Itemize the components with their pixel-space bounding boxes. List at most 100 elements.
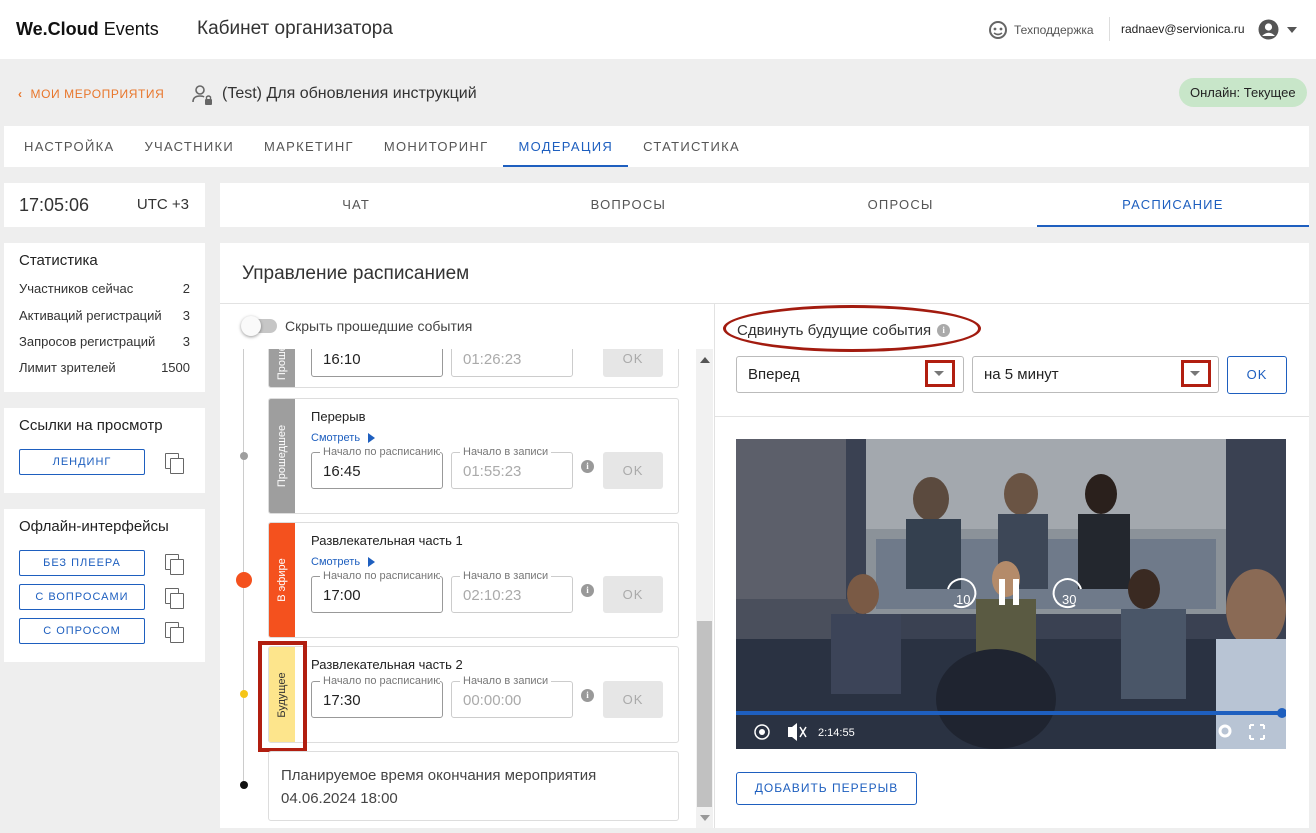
with-poll-button[interactable]: С ОПРОСОМ [19, 618, 145, 644]
with-questions-button[interactable]: С ВОПРОСАМИ [19, 584, 145, 610]
end-time-value: 04.06.2024 18:00 [281, 790, 398, 807]
tab-participants[interactable]: УЧАСТНИКИ [129, 126, 249, 167]
end-time-box: Планируемое время окончания мероприятия … [268, 751, 679, 821]
ok-button[interactable]: OK [603, 452, 663, 489]
tab-statistics[interactable]: СТАТИСТИКА [628, 126, 755, 167]
start-value: 17:00 [323, 587, 361, 604]
tab-marketing[interactable]: МАРКЕТИНГ [249, 126, 369, 167]
main-tabs: НАСТРОЙКА УЧАСТНИКИ МАРКЕТИНГ МОНИТОРИНГ… [4, 126, 1309, 167]
watch-link[interactable]: Смотреть [311, 556, 376, 568]
play-icon [368, 557, 376, 567]
scroll-up-icon[interactable] [700, 357, 710, 363]
schedule-event: Будущее Развлекательная часть 2 Начало п… [268, 646, 679, 743]
header-divider [1109, 17, 1110, 41]
video-player[interactable]: 10 30 2:14:55 [736, 439, 1286, 749]
no-player-button[interactable]: БЕЗ ПЛЕЕРА [19, 550, 145, 576]
stats-row: Запросов регистраций 3 [19, 334, 190, 349]
event-status: Прошедшее [276, 424, 288, 488]
record-value: 02:10:23 [463, 587, 522, 604]
cabinet-title: Кабинет организатора [197, 18, 393, 39]
end-time-label: Планируемое время окончания мероприятия [281, 767, 597, 784]
stats-row: Лимит зрителей 1500 [19, 360, 190, 375]
field-label: Начало по расписанию [320, 675, 440, 687]
ok-button[interactable]: OK [603, 681, 663, 718]
divider [714, 304, 715, 828]
user-avatar-icon [1258, 19, 1279, 40]
timeline-dot [240, 452, 248, 460]
logo[interactable]: We.Cloud Events [16, 19, 159, 40]
stats-value: 3 [182, 334, 190, 349]
user-menu[interactable] [1258, 19, 1297, 40]
shift-ok-button[interactable]: OK [1227, 356, 1287, 394]
logo-brand: We.Cloud [16, 19, 99, 39]
stats-label: Запросов регистраций [19, 334, 156, 349]
tab-polls[interactable]: ОПРОСЫ [765, 183, 1037, 227]
copy-icon[interactable] [165, 554, 184, 575]
ok-button[interactable]: OK [603, 576, 663, 613]
tab-chat[interactable]: ЧАТ [220, 183, 492, 227]
highlight-ellipse [723, 305, 981, 352]
info-icon[interactable]: i [581, 689, 594, 702]
support-link[interactable]: Техподдержка [988, 20, 1094, 40]
record-start-field: Начало в записи 01:55:23 [451, 446, 573, 489]
scroll-down-icon[interactable] [700, 815, 710, 821]
tab-monitoring[interactable]: МОНИТОРИНГ [369, 126, 504, 167]
schedule-start-field[interactable]: Начало по расписанию 17:30 [311, 675, 443, 718]
event-status-strip: Прошедшее [269, 349, 295, 387]
record-value: 01:26:23 [463, 351, 522, 368]
start-value: 17:30 [323, 692, 361, 709]
start-value: 16:10 [323, 351, 361, 368]
dropdown-arrow-icon[interactable] [1181, 360, 1211, 387]
clock-zone: UTC +3 [136, 196, 189, 213]
direction-value: Вперед [748, 366, 800, 383]
tab-settings[interactable]: НАСТРОЙКА [9, 126, 129, 167]
copy-icon[interactable] [165, 622, 184, 643]
dropdown-arrow-icon[interactable] [925, 360, 955, 387]
player-time: 2:14:55 [818, 727, 855, 739]
stats-value: 1500 [161, 360, 190, 375]
amount-value: на 5 минут [984, 366, 1059, 383]
pause-icon[interactable] [999, 579, 1005, 605]
moderation-subtabs: ЧАТ ВОПРОСЫ ОПРОСЫ РАСПИСАНИЕ [220, 183, 1310, 227]
logo-product: Events [103, 19, 159, 39]
event-name: Развлекательная часть 1 [311, 533, 463, 548]
hide-past-toggle[interactable] [241, 316, 277, 336]
schedule-event: Прошедшее 16:10 01:26:23 OK [268, 349, 679, 388]
schedule-start-field[interactable]: Начало по расписанию 16:45 [311, 446, 443, 489]
watch-label: Смотреть [311, 556, 361, 568]
clock-time: 17:05:06 [19, 195, 90, 215]
view-links-card: Ссылки на просмотр ЛЕНДИНГ [4, 408, 205, 493]
event-name: Развлекательная часть 2 [311, 657, 463, 672]
copy-icon[interactable] [165, 588, 184, 609]
tab-schedule[interactable]: РАСПИСАНИЕ [1036, 183, 1310, 227]
copy-icon[interactable] [165, 453, 184, 474]
watch-link[interactable]: Смотреть [311, 432, 376, 444]
stats-label: Активаций регистраций [19, 308, 162, 323]
record-start-field: Начало в записи 00:00:00 [451, 675, 573, 718]
highlight-box [258, 641, 307, 752]
support-icon [989, 21, 1007, 39]
schedule-title: Управление расписанием [242, 263, 470, 284]
ok-button[interactable]: OK [603, 349, 663, 377]
divider [715, 416, 1309, 417]
tab-moderation[interactable]: МОДЕРАЦИЯ [503, 126, 628, 167]
stats-value: 2 [182, 281, 190, 296]
event-name: Перерыв [311, 409, 366, 424]
user-lock-icon [192, 85, 212, 105]
tab-questions[interactable]: ВОПРОСЫ [492, 183, 764, 227]
offline-title: Офлайн-интерфейсы [19, 518, 169, 535]
play-icon [368, 433, 376, 443]
schedule-event: Прошедшее Перерыв Смотреть Начало по рас… [268, 398, 679, 514]
add-break-button[interactable]: ДОБАВИТЬ ПЕРЕРЫВ [736, 772, 917, 805]
info-icon[interactable]: i [581, 460, 594, 473]
video-frame: 10 30 2:14:55 [736, 439, 1286, 749]
progress-bar[interactable] [736, 711, 1286, 715]
schedule-start-field[interactable]: 16:10 [311, 349, 443, 377]
scrollbar-thumb[interactable] [697, 621, 712, 807]
schedule-start-field[interactable]: Начало по расписанию 17:00 [311, 570, 443, 613]
info-icon[interactable]: i [581, 584, 594, 597]
record-value: 01:55:23 [463, 463, 522, 480]
landing-button[interactable]: ЛЕНДИНГ [19, 449, 145, 475]
back-to-events-link[interactable]: ‹ МОИ МЕРОПРИЯТИЯ [18, 87, 164, 101]
timeline-line [243, 349, 244, 785]
